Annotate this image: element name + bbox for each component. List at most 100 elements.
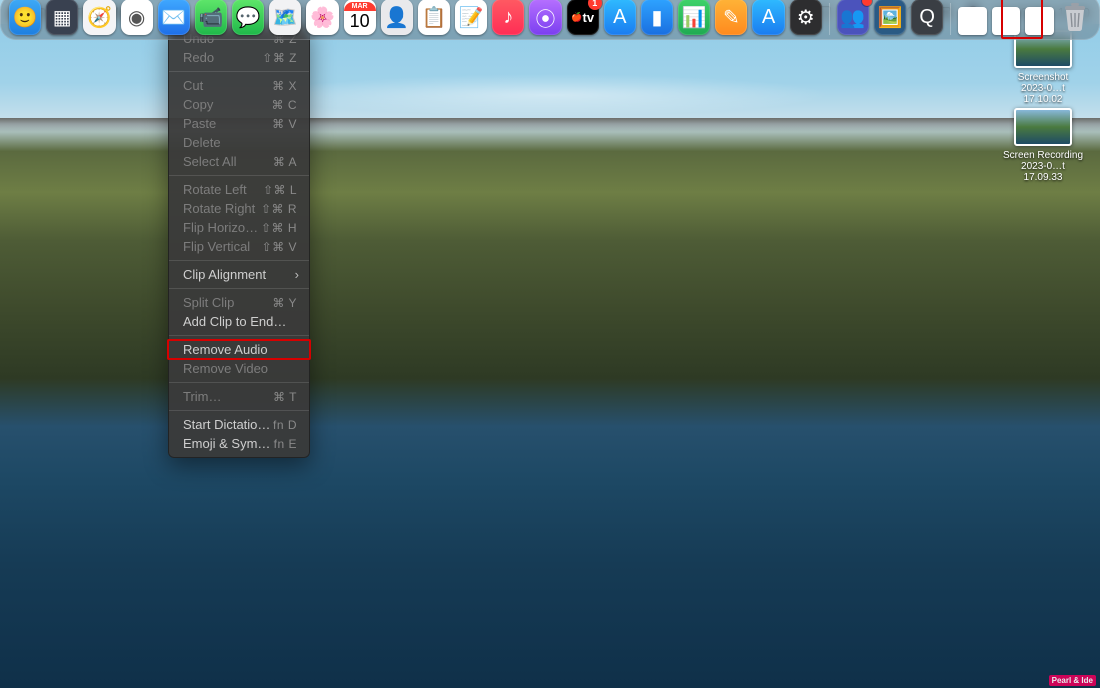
menu-separator	[169, 382, 309, 383]
dock-doc2[interactable]	[992, 7, 1021, 35]
menu-item-shortcut: ⌘ Y	[272, 296, 297, 310]
watermark: Pearl & Ide	[1049, 675, 1096, 686]
dock-numbers[interactable]: 📊	[678, 0, 710, 35]
dock-glyph-icon: 📊	[682, 5, 707, 30]
dock-quicktime-player[interactable]: Q	[911, 0, 943, 35]
dock-music[interactable]: ♪	[492, 0, 524, 35]
wallpaper-ridge	[0, 118, 1100, 132]
dock-glyph-icon: 🗺️	[273, 5, 298, 30]
dock-glyph-icon: 👤	[384, 5, 409, 30]
calendar-day-label: 10	[350, 11, 370, 32]
menu-item-select-all: Select All⌘ A	[169, 152, 309, 171]
menu-item-label: Emoji & Symbols	[183, 436, 274, 451]
dock-glyph-icon: A	[762, 6, 775, 29]
dock-glyph-icon: ▮	[652, 5, 663, 30]
dock-facetime[interactable]: 📹	[195, 0, 227, 35]
dock-glyph-icon: 🧭	[87, 5, 112, 30]
menu-separator	[169, 175, 309, 176]
dock-app-store-2[interactable]: A	[752, 0, 784, 35]
menu-item-shortcut: ⌘ T	[273, 390, 297, 404]
dock-maps[interactable]: 🗺️	[269, 0, 301, 35]
menu-item-rotate-left: Rotate Left⇧⌘ L	[169, 180, 309, 199]
dock-calendar[interactable]: MAR10	[344, 0, 376, 35]
file-name-label: Screen Recording2023-0…t 17.09.33	[1002, 150, 1084, 183]
dock-keynote[interactable]: ▮	[641, 0, 673, 35]
dock-reminders[interactable]: 📋	[418, 0, 450, 35]
menu-item-label: Delete	[183, 135, 297, 150]
menu-separator	[169, 410, 309, 411]
menu-separator	[169, 260, 309, 261]
menu-item-label: Trim…	[183, 389, 273, 404]
dock-glyph-icon: ✎	[723, 5, 740, 30]
dock-pages[interactable]: ✎	[715, 0, 747, 35]
menu-item-label: Copy	[183, 97, 272, 112]
dock-badge	[862, 0, 872, 6]
dock-glyph-icon: ♪	[503, 6, 513, 29]
dock-podcasts[interactable]: ⦿	[529, 0, 561, 35]
menu-item-delete: Delete	[169, 133, 309, 152]
dock-photos[interactable]: 🌸	[306, 0, 338, 35]
file-name-label: Screenshot2023-0…t 17.10.02	[1002, 72, 1084, 105]
dock-separator	[950, 3, 951, 35]
menu-item-shortcut: ⇧⌘ V	[262, 240, 297, 254]
menu-item-shortcut: ⇧⌘ L	[263, 183, 297, 197]
menu-item-shortcut: ⌘ V	[272, 117, 297, 131]
desktop-file[interactable]: Screen Recording2023-0…t 17.09.33	[1002, 108, 1084, 183]
menu-separator	[169, 335, 309, 336]
menu-item-label: Split Clip	[183, 295, 272, 310]
menu-item-clip-alignment[interactable]: Clip Alignment	[169, 265, 309, 284]
menu-item-copy: Copy⌘ C	[169, 95, 309, 114]
dock-contacts[interactable]: 👤	[381, 0, 413, 35]
dock-messages[interactable]: 💬	[232, 0, 264, 35]
menu-item-label: Flip Horizontal	[183, 220, 261, 235]
dock-safari[interactable]: 🧭	[83, 0, 115, 35]
dock-doc1[interactable]	[958, 7, 987, 35]
dock-tv[interactable]: 🍎tv1	[567, 0, 599, 35]
menu-item-rotate-right: Rotate Right⇧⌘ R	[169, 199, 309, 218]
dock-glyph-icon: 📝	[459, 5, 484, 30]
menu-item-redo: Redo⇧⌘ Z	[169, 48, 309, 67]
dock-glyph-icon: ▦	[53, 5, 72, 30]
menu-separator	[169, 71, 309, 72]
dock-trash[interactable]	[1059, 0, 1091, 35]
dock-glyph-icon: 🖼️	[877, 5, 902, 30]
menu-item-shortcut: ⇧⌘ Z	[262, 51, 297, 65]
dock-launchpad[interactable]: ▦	[46, 0, 78, 35]
dock-chrome[interactable]: ◉	[121, 0, 153, 35]
dock-mail[interactable]: ✉️	[158, 0, 190, 35]
menu-item-emoji-symbols[interactable]: Emoji & Symbolsfn E	[169, 434, 309, 453]
dock-badge: 1	[588, 0, 602, 10]
menu-item-label: Redo	[183, 50, 262, 65]
menu-item-shortcut: ⇧⌘ R	[261, 202, 297, 216]
menu-item-shortcut: fn D	[273, 418, 297, 432]
dock-separator	[829, 3, 830, 35]
menu-item-add-clip-to-end[interactable]: Add Clip to End…	[169, 312, 309, 331]
dock-system-settings[interactable]: ⚙︎	[790, 0, 822, 35]
dock-doc3[interactable]	[1025, 7, 1054, 35]
menu-item-start-dictation[interactable]: Start Dictation…fn D	[169, 415, 309, 434]
dock-teams[interactable]: 👥	[837, 0, 869, 35]
menu-item-label: Clip Alignment	[183, 267, 297, 282]
dock-glyph-icon: Q	[919, 6, 935, 29]
dock-glyph-icon: 👥	[840, 5, 865, 30]
dock-preview[interactable]: 🖼️	[874, 0, 906, 35]
menu-separator	[169, 288, 309, 289]
menu-item-label: Rotate Left	[183, 182, 263, 197]
calendar-month-label: MAR	[344, 2, 376, 11]
dock-glyph-icon: 📋	[422, 5, 447, 30]
dock-app-store[interactable]: A	[604, 0, 636, 35]
desktop-file[interactable]: Screenshot2023-0…t 17.10.02	[1002, 30, 1084, 105]
dock: 🙂 ▦ 🧭 ◉ ✉️ 📹💬 🗺️ 🌸 MAR10 👤 📋 📝 ♪ ⦿🍎tv1 A ▮ 📊 ✎ A ⚙︎ 👥 🖼️ Q	[0, 0, 1100, 40]
menu-item-label: Paste	[183, 116, 272, 131]
dock-glyph-icon: A	[613, 6, 626, 29]
dock-glyph-icon: ✉️	[161, 5, 186, 30]
menu-item-label: Start Dictation…	[183, 417, 273, 432]
file-thumbnail-icon	[1014, 108, 1072, 146]
dock-notes[interactable]: 📝	[455, 0, 487, 35]
dock-finder[interactable]: 🙂	[9, 0, 41, 35]
menu-item-remove-audio[interactable]: Remove Audio	[169, 340, 309, 359]
dock-glyph-icon: ⚙︎	[797, 5, 815, 30]
dock-glyph-icon: 🌸	[310, 5, 335, 30]
menu-item-shortcut: ⌘ A	[273, 155, 297, 169]
menu-item-cut: Cut⌘ X	[169, 76, 309, 95]
